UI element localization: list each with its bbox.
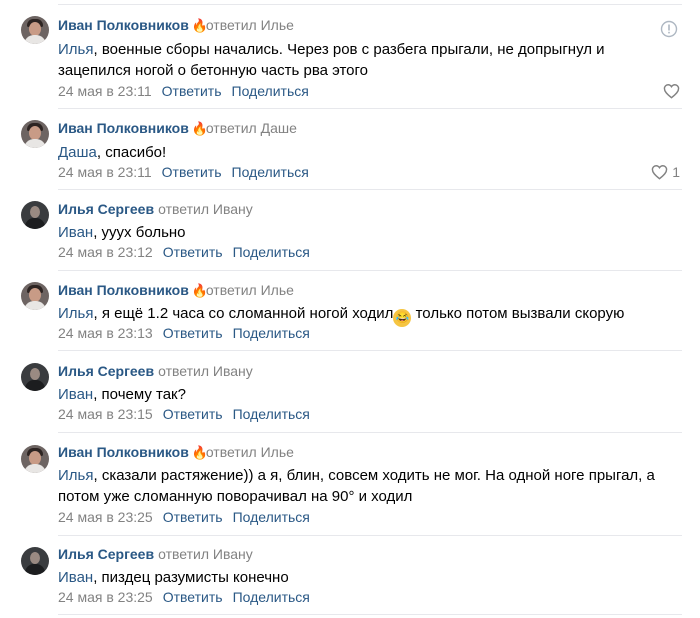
comment-header: Илья Сергеев ответил Ивану bbox=[58, 546, 253, 566]
heart-icon bbox=[652, 165, 668, 180]
reply-to[interactable]: ответил Илье bbox=[206, 282, 294, 298]
comment-body: , я ещё 1.2 часа со сломанной ногой ходи… bbox=[93, 305, 394, 322]
comment-meta: 24 мая в 23:13 Ответить Поделиться bbox=[58, 325, 310, 341]
reply-to[interactable]: ответил Ивану bbox=[158, 201, 253, 217]
comment-date[interactable]: 24 мая в 23:11 bbox=[58, 83, 152, 99]
mention-link[interactable]: Илья bbox=[58, 467, 93, 484]
mention-link[interactable]: Илья bbox=[58, 305, 93, 322]
like-button[interactable]: 1 bbox=[651, 164, 680, 184]
torch-icon: 🔥 bbox=[191, 283, 208, 298]
author-name[interactable]: Илья Сергеев bbox=[58, 201, 154, 217]
comment-body: , спасибо! bbox=[96, 144, 167, 161]
comment-text: Даша, спасибо! bbox=[58, 142, 166, 163]
mention-link[interactable]: Иван bbox=[58, 386, 93, 403]
comment-text: Иван, пиздец разумисты конечно bbox=[58, 567, 289, 588]
reply-to[interactable]: ответил Илье bbox=[206, 17, 294, 33]
comment-date[interactable]: 24 мая в 23:25 bbox=[58, 589, 153, 605]
comment-header: Иван Полковников 🔥ответил Илье bbox=[58, 444, 294, 464]
comment-meta: 24 мая в 23:12 Ответить Поделиться bbox=[58, 244, 310, 260]
comment-text: Илья, сказали растяжение)) а я, блин, со… bbox=[58, 465, 670, 507]
author-name[interactable]: Иван Полковников bbox=[58, 444, 189, 460]
comment-header: Илья Сергеев ответил Ивану bbox=[58, 201, 253, 221]
comment-body: , военные сборы начались. Через ров с ра… bbox=[58, 41, 605, 79]
separator bbox=[58, 535, 682, 536]
reply-to[interactable]: ответил Даше bbox=[206, 120, 297, 136]
laughing-emoji-icon: 😂 bbox=[393, 309, 412, 327]
comment-meta: 24 мая в 23:15 Ответить Поделиться bbox=[58, 406, 310, 422]
comment-header: Иван Полковников 🔥ответил Илье bbox=[58, 17, 294, 37]
reply-button[interactable]: Ответить bbox=[163, 406, 223, 422]
avatar[interactable] bbox=[21, 120, 49, 148]
reply-button[interactable]: Ответить bbox=[163, 509, 223, 525]
comment-body-continued: только потом вызвали скорую bbox=[411, 305, 625, 322]
comment-date[interactable]: 24 мая в 23:13 bbox=[58, 325, 153, 341]
comment-text: Илья, военные сборы начались. Через ров … bbox=[58, 39, 658, 81]
avatar[interactable] bbox=[21, 16, 49, 44]
separator bbox=[58, 270, 682, 271]
author-name[interactable]: Иван Полковников bbox=[58, 282, 189, 298]
torch-icon: 🔥 bbox=[191, 445, 208, 460]
reply-to[interactable]: ответил Илье bbox=[206, 444, 294, 460]
share-button[interactable]: Поделиться bbox=[233, 406, 310, 422]
mention-link[interactable]: Илья bbox=[58, 41, 93, 58]
separator bbox=[58, 350, 682, 351]
comment-meta: 24 мая в 23:25 Ответить Поделиться bbox=[58, 589, 310, 605]
comment-date[interactable]: 24 мая в 23:25 bbox=[58, 509, 153, 525]
share-button[interactable]: Поделиться bbox=[233, 244, 310, 260]
avatar[interactable] bbox=[21, 201, 49, 229]
comment-body: , ууух больно bbox=[93, 224, 186, 241]
comment-date[interactable]: 24 мая в 23:12 bbox=[58, 244, 153, 260]
avatar[interactable] bbox=[21, 547, 49, 575]
reply-to[interactable]: ответил Ивану bbox=[158, 363, 253, 379]
author-name[interactable]: Илья Сергеев bbox=[58, 363, 154, 379]
comment-meta: 24 мая в 23:25 Ответить Поделиться bbox=[58, 509, 310, 525]
comment-header: Иван Полковников 🔥ответил Илье bbox=[58, 282, 294, 302]
comment-header: Иван Полковников 🔥ответил Даше bbox=[58, 120, 297, 140]
report-icon[interactable] bbox=[660, 20, 678, 38]
separator bbox=[58, 614, 682, 615]
avatar[interactable] bbox=[21, 445, 49, 473]
torch-icon: 🔥 bbox=[191, 121, 208, 136]
separator bbox=[58, 108, 682, 109]
heart-icon bbox=[663, 84, 680, 99]
like-count: 1 bbox=[672, 164, 680, 180]
comment-text: Иван, ууух больно bbox=[58, 222, 186, 243]
comment-body: , сказали растяжение)) а я, блин, совсем… bbox=[58, 467, 655, 505]
torch-icon: 🔥 bbox=[191, 18, 208, 33]
share-button[interactable]: Поделиться bbox=[233, 325, 310, 341]
author-name[interactable]: Иван Полковников bbox=[58, 17, 189, 33]
comment-meta: 24 мая в 23:11 Ответить Поделиться bbox=[58, 164, 309, 180]
avatar[interactable] bbox=[21, 282, 49, 310]
reply-button[interactable]: Ответить bbox=[163, 325, 223, 341]
reply-button[interactable]: Ответить bbox=[162, 164, 222, 180]
share-button[interactable]: Поделиться bbox=[233, 509, 310, 525]
reply-to[interactable]: ответил Ивану bbox=[158, 546, 253, 562]
comment-text: Иван, почему так? bbox=[58, 384, 186, 405]
reply-button[interactable]: Ответить bbox=[162, 83, 222, 99]
reply-button[interactable]: Ответить bbox=[163, 244, 223, 260]
author-name[interactable]: Иван Полковников bbox=[58, 120, 189, 136]
comment-meta: 24 мая в 23:11 Ответить Поделиться bbox=[58, 83, 309, 99]
mention-link[interactable]: Иван bbox=[58, 224, 93, 241]
like-button[interactable] bbox=[663, 83, 680, 103]
mention-link[interactable]: Даша bbox=[58, 144, 97, 161]
comment-body: , пиздец разумисты конечно bbox=[93, 569, 289, 586]
comments-thread: Иван Полковников 🔥ответил Илье Илья, воен… bbox=[0, 0, 700, 618]
avatar[interactable] bbox=[21, 363, 49, 391]
separator bbox=[58, 4, 682, 5]
share-button[interactable]: Поделиться bbox=[233, 589, 310, 605]
share-button[interactable]: Поделиться bbox=[232, 164, 309, 180]
reply-button[interactable]: Ответить bbox=[163, 589, 223, 605]
separator bbox=[58, 432, 682, 433]
mention-link[interactable]: Иван bbox=[58, 569, 93, 586]
comment-body: , почему так? bbox=[93, 386, 186, 403]
share-button[interactable]: Поделиться bbox=[232, 83, 309, 99]
comment-date[interactable]: 24 мая в 23:11 bbox=[58, 164, 152, 180]
comment-date[interactable]: 24 мая в 23:15 bbox=[58, 406, 153, 422]
author-name[interactable]: Илья Сергеев bbox=[58, 546, 154, 562]
separator bbox=[58, 189, 682, 190]
comment-text: Илья, я ещё 1.2 часа со сломанной ногой … bbox=[58, 303, 624, 327]
comment-header: Илья Сергеев ответил Ивану bbox=[58, 363, 253, 383]
